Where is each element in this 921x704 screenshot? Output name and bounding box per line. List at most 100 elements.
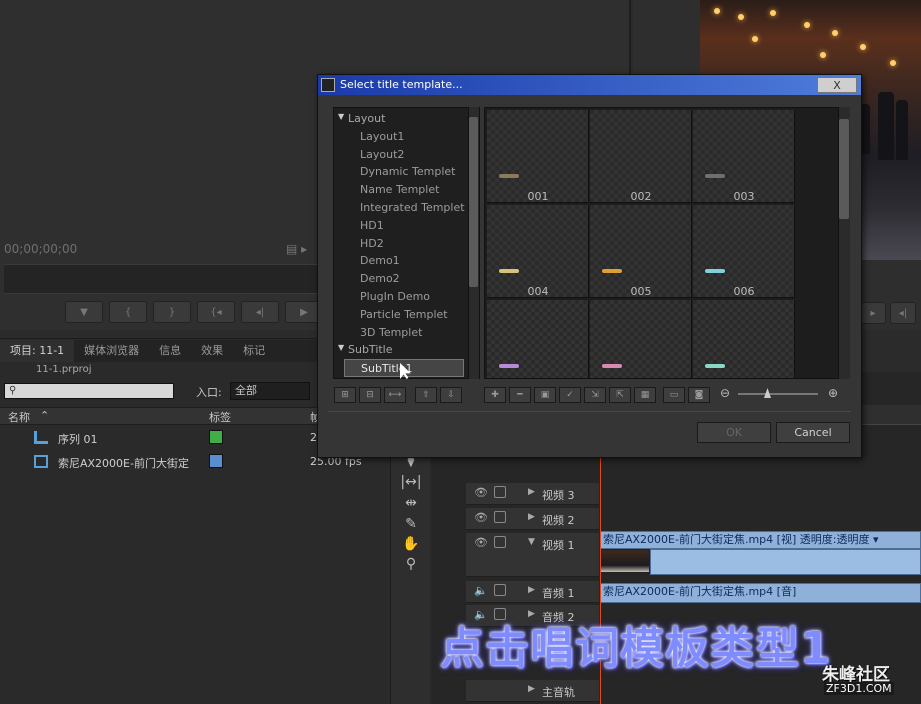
template-category-tree: ▼ Layout Layout1 Layout2 Dynamic Templet Nam… bbox=[333, 107, 480, 379]
zoom-slider[interactable] bbox=[738, 393, 818, 395]
mark-in-icon[interactable]: { bbox=[109, 301, 147, 323]
lock-icon[interactable] bbox=[494, 486, 506, 498]
template-number: 002 bbox=[630, 190, 652, 203]
template-thumbnail[interactable]: 008 bbox=[590, 300, 692, 378]
tree-item[interactable]: PlugIn Demo bbox=[334, 288, 468, 306]
add-template-icon[interactable]: ✚ bbox=[484, 387, 506, 403]
zoom-tool-icon[interactable]: ⚲ bbox=[397, 556, 425, 574]
slide-icon[interactable]: ⇹ bbox=[397, 495, 425, 513]
template-preview-mark bbox=[602, 364, 622, 368]
lock-icon[interactable] bbox=[494, 511, 506, 523]
dialog-titlebar[interactable]: Select title template... X bbox=[318, 75, 861, 95]
source-transport-controls: ▼ { } {◂ ◂| ▶ bbox=[65, 301, 323, 325]
track-video-2: 👁 ▶ 视频 2 bbox=[466, 508, 599, 530]
track-label: 视频 1 bbox=[542, 539, 575, 552]
track-label: 音频 1 bbox=[542, 587, 575, 600]
template-thumbnail[interactable]: 004 bbox=[487, 205, 589, 298]
add-marker-icon[interactable]: ▼ bbox=[65, 301, 103, 323]
tree-group[interactable]: SubTitle bbox=[334, 341, 468, 359]
tab-info[interactable]: 信息 bbox=[149, 340, 191, 362]
expand-icon[interactable]: ▶ bbox=[528, 684, 535, 694]
entry-select[interactable]: 全部 bbox=[230, 382, 310, 400]
tree-item[interactable]: Demo2 bbox=[334, 270, 468, 288]
ok-button[interactable]: OK bbox=[697, 422, 771, 443]
template-thumbnail[interactable]: 007 bbox=[487, 300, 589, 378]
eye-icon[interactable]: 👁 bbox=[474, 511, 488, 524]
tab-project[interactable]: 项目: 11-1 bbox=[0, 340, 75, 362]
template-thumbnail[interactable]: 005 bbox=[590, 205, 692, 298]
template-thumbnail[interactable]: 003 bbox=[693, 110, 795, 203]
column-label[interactable]: 标签 bbox=[209, 409, 231, 425]
audio-clip[interactable]: 索尼AX2000E-前门大街定焦.mp4 [音] bbox=[600, 583, 921, 603]
tree-item[interactable]: Demo1 bbox=[334, 252, 468, 270]
tree-item[interactable]: Integrated Templet bbox=[334, 199, 468, 217]
track-master: ▶ 主音轨 bbox=[466, 680, 599, 702]
snapshot-icon[interactable]: ◙ bbox=[688, 387, 710, 403]
tab-markers[interactable]: 标记 bbox=[233, 340, 275, 362]
template-thumbnail[interactable]: 001 bbox=[487, 110, 589, 203]
template-thumbnail[interactable]: 009 bbox=[693, 300, 795, 378]
remove-category-icon[interactable]: ⊟ bbox=[359, 387, 381, 403]
tree-item[interactable]: Name Templet bbox=[334, 181, 468, 199]
source-timecode: 00;00;00;00 bbox=[4, 242, 78, 256]
close-button[interactable]: X bbox=[817, 77, 857, 93]
rename-category-icon[interactable]: ⟷ bbox=[384, 387, 406, 403]
step-back-icon[interactable]: ◂| bbox=[241, 301, 279, 323]
import-template-icon[interactable]: ⇲ bbox=[584, 387, 606, 403]
save-template-icon[interactable]: ▣ bbox=[534, 387, 556, 403]
collapse-icon[interactable]: ▼ bbox=[528, 537, 535, 547]
template-thumbnail[interactable]: 002 bbox=[590, 110, 692, 203]
expand-icon[interactable]: ▶ bbox=[528, 585, 535, 595]
clip-icon bbox=[34, 455, 48, 468]
move-up-icon[interactable]: ⇧ bbox=[415, 387, 437, 403]
lock-icon[interactable] bbox=[494, 584, 506, 596]
step-forward-icon[interactable]: ▸ bbox=[860, 302, 886, 324]
tree-scroll-thumb[interactable] bbox=[469, 117, 478, 287]
tree-item[interactable]: HD1 bbox=[334, 217, 468, 235]
cancel-button[interactable]: Cancel bbox=[776, 422, 850, 443]
move-down-icon[interactable]: ⇩ bbox=[440, 387, 462, 403]
tab-media-browser[interactable]: 媒体浏览器 bbox=[74, 340, 149, 362]
template-number: 003 bbox=[733, 190, 755, 203]
go-to-out-icon[interactable]: ◂| bbox=[890, 302, 916, 324]
tree-item[interactable]: Particle Templet bbox=[334, 306, 468, 324]
tree-item[interactable]: Dynamic Templet bbox=[334, 163, 468, 181]
project-search-input[interactable]: ⚲ bbox=[4, 383, 174, 399]
template-properties-icon[interactable]: ▦ bbox=[634, 387, 656, 403]
expand-icon[interactable]: ▶ bbox=[528, 512, 535, 522]
tree-item[interactable]: Layout2 bbox=[334, 146, 468, 164]
expand-icon[interactable]: ▶ bbox=[528, 487, 535, 497]
go-to-in-icon[interactable]: {◂ bbox=[197, 301, 235, 323]
eye-icon[interactable]: 👁 bbox=[474, 536, 488, 549]
sort-up-icon[interactable]: ⌃ bbox=[40, 409, 49, 422]
slip-icon[interactable]: |↔| bbox=[397, 474, 425, 492]
column-name[interactable]: 名称 bbox=[8, 409, 30, 425]
pen-icon[interactable]: ✎ bbox=[397, 516, 425, 534]
grid-scroll-thumb[interactable] bbox=[839, 119, 849, 219]
speaker-icon[interactable]: 🔈 bbox=[474, 584, 488, 597]
project-item-name: 索尼AX2000E-前门大街定 bbox=[58, 457, 189, 470]
preview-monitor-icon[interactable]: ▭ bbox=[663, 387, 685, 403]
settings-icon[interactable]: ▤ ▸ bbox=[286, 242, 307, 256]
tree-item[interactable]: 3D Templet bbox=[334, 324, 468, 342]
zoom-out-icon[interactable]: ⊖ bbox=[720, 386, 730, 400]
eye-icon[interactable]: 👁 bbox=[474, 486, 488, 499]
tree-item[interactable]: Layout1 bbox=[334, 128, 468, 146]
video-clip[interactable]: 索尼AX2000E-前门大街定焦.mp4 [视] 透明度:透明度 ▾ bbox=[600, 531, 921, 549]
program-transport-controls: ▸ ◂| bbox=[860, 300, 921, 326]
hand-icon[interactable]: ✋ bbox=[397, 536, 425, 554]
tree-group[interactable]: Layout bbox=[334, 110, 468, 128]
delete-template-icon[interactable]: ━ bbox=[509, 387, 531, 403]
edit-template-icon[interactable]: ✓ bbox=[559, 387, 581, 403]
mark-out-icon[interactable]: } bbox=[153, 301, 191, 323]
video-clip-body[interactable] bbox=[650, 549, 921, 575]
template-thumbnail[interactable]: 006 bbox=[693, 205, 795, 298]
zoom-in-icon[interactable]: ⊕ bbox=[828, 386, 838, 400]
tab-effects[interactable]: 效果 bbox=[191, 340, 233, 362]
lock-icon[interactable] bbox=[494, 536, 506, 548]
add-category-icon[interactable]: ⊞ bbox=[334, 387, 356, 403]
tree-item[interactable]: HD2 bbox=[334, 235, 468, 253]
template-number: 006 bbox=[733, 285, 755, 298]
export-template-icon[interactable]: ⇱ bbox=[609, 387, 631, 403]
dialog-title: Select title template... bbox=[340, 78, 463, 91]
